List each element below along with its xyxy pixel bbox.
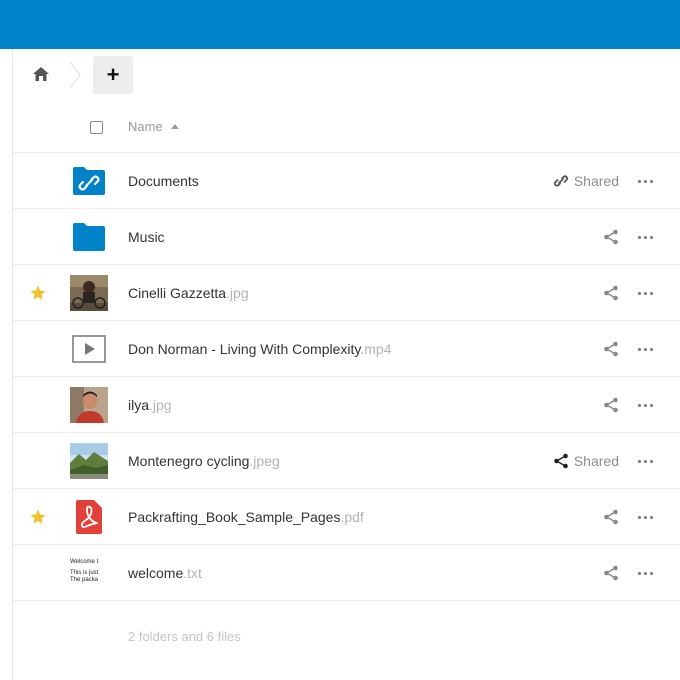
file-extension: .mp4 <box>360 341 392 357</box>
shared-label: Shared <box>573 453 619 469</box>
file-extension: .jpg <box>149 397 172 413</box>
file-extension: .pdf <box>340 509 364 525</box>
file-basename: Packrafting_Book_Sample_Pages <box>128 509 341 525</box>
name-column-label: Name <box>128 119 163 134</box>
file-name[interactable]: Documents <box>128 173 199 189</box>
star-icon[interactable] <box>28 283 48 303</box>
file-row[interactable]: Packrafting_Book_Sample_Pages.pdf <box>13 489 680 545</box>
text-thumbnail: Welcome t This is just The packa <box>70 559 99 583</box>
file-row[interactable]: ilya.jpg <box>13 377 680 433</box>
file-name[interactable]: Montenegro cycling.jpeg <box>128 453 280 469</box>
file-basename: welcome <box>128 565 184 581</box>
share-button[interactable] <box>603 227 619 247</box>
file-list-content: + Name Documents Shared Music Cinelli Gazze… <box>12 49 680 680</box>
star-icon[interactable] <box>28 507 48 527</box>
file-extension: .txt <box>183 565 202 581</box>
link-icon <box>553 173 569 189</box>
file-list-header: Name <box>13 101 680 153</box>
select-all-checkbox[interactable] <box>90 121 103 134</box>
file-rows: Documents Shared Music Cinelli Gazzetta.jpg… <box>13 153 680 601</box>
breadcrumb-controls: + <box>13 49 680 101</box>
file-name[interactable]: Packrafting_Book_Sample_Pages.pdf <box>128 509 364 525</box>
file-basename: Documents <box>128 173 199 189</box>
file-name[interactable]: Don Norman - Living With Complexity.mp4 <box>128 341 392 357</box>
pdf-icon <box>70 499 108 535</box>
more-actions-icon[interactable] <box>635 171 655 191</box>
file-row[interactable]: Montenegro cycling.jpeg Shared <box>13 433 680 489</box>
file-basename: Music <box>128 229 165 245</box>
share-icon <box>603 229 619 245</box>
file-summary: 2 folders and 6 files <box>128 629 241 644</box>
new-file-button[interactable]: + <box>93 56 133 94</box>
photo-thumbnail <box>70 275 108 311</box>
file-row[interactable]: Music <box>13 209 680 265</box>
file-name[interactable]: ilya.jpg <box>128 397 172 413</box>
sort-by-name-header[interactable]: Name <box>128 119 179 134</box>
share-button[interactable]: Shared <box>553 451 619 471</box>
file-row[interactable]: Cinelli Gazzetta.jpg <box>13 265 680 321</box>
top-header-bar <box>0 0 680 49</box>
file-extension: .jpg <box>226 285 249 301</box>
shared-label: Shared <box>573 173 619 189</box>
more-actions-icon[interactable] <box>635 563 655 583</box>
plus-icon: + <box>106 62 120 87</box>
share-icon <box>603 509 619 525</box>
file-name[interactable]: welcome.txt <box>128 565 202 581</box>
share-icon <box>603 565 619 581</box>
share-button[interactable] <box>603 563 619 583</box>
share-icon <box>603 285 619 301</box>
file-name[interactable]: Cinelli Gazzetta.jpg <box>128 285 249 301</box>
share-button[interactable] <box>603 395 619 415</box>
file-row[interactable]: Welcome t This is just The packa welcome.tx… <box>13 545 680 601</box>
file-row[interactable]: Documents Shared <box>13 153 680 209</box>
file-name[interactable]: Music <box>128 229 165 245</box>
share-button[interactable] <box>603 507 619 527</box>
file-row[interactable]: Don Norman - Living With Complexity.mp4 <box>13 321 680 377</box>
share-icon-dark <box>553 453 569 469</box>
home-icon[interactable] <box>29 62 53 86</box>
file-extension: .jpeg <box>249 453 280 469</box>
breadcrumb-separator <box>69 61 81 89</box>
more-actions-icon[interactable] <box>635 507 655 527</box>
share-icon <box>603 341 619 357</box>
more-actions-icon[interactable] <box>635 283 655 303</box>
share-button[interactable] <box>603 283 619 303</box>
portrait-thumbnail <box>70 387 108 423</box>
folder-icon <box>70 219 108 255</box>
file-basename: ilya <box>128 397 150 413</box>
share-button[interactable]: Shared <box>553 171 619 191</box>
files-app: + Name Documents Shared Music Cinelli Gazze… <box>0 0 680 680</box>
shared-folder-icon <box>70 163 108 199</box>
share-icon <box>603 397 619 413</box>
more-actions-icon[interactable] <box>635 227 655 247</box>
video-icon <box>70 331 108 367</box>
file-basename: Montenegro cycling <box>128 453 250 469</box>
file-basename: Cinelli Gazzetta <box>128 285 227 301</box>
landscape-thumbnail <box>70 443 108 479</box>
file-basename: Don Norman - Living With Complexity <box>128 341 361 357</box>
share-button[interactable] <box>603 339 619 359</box>
more-actions-icon[interactable] <box>635 339 655 359</box>
more-actions-icon[interactable] <box>635 451 655 471</box>
more-actions-icon[interactable] <box>635 395 655 415</box>
sort-ascending-icon <box>170 124 179 129</box>
